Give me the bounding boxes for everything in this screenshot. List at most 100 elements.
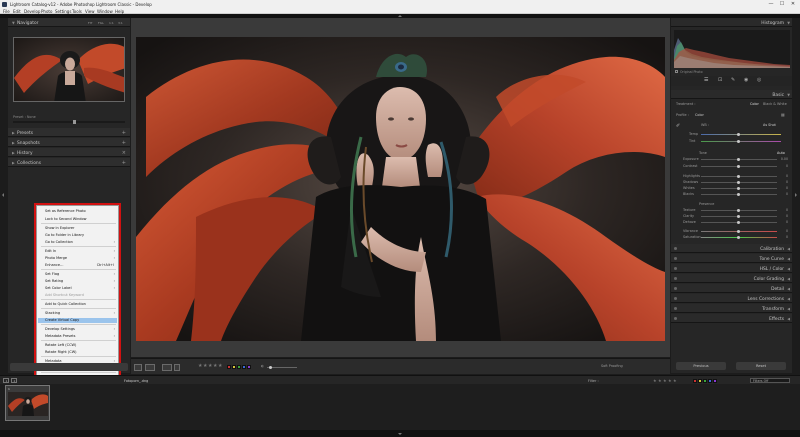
add-collection-icon[interactable]: + xyxy=(122,160,126,166)
shadows-value[interactable]: 0 xyxy=(780,180,788,184)
panel-toggle-icon[interactable] xyxy=(674,317,677,320)
histogram-header[interactable]: Histogram ▼ xyxy=(671,18,792,27)
filter-star-icon[interactable]: ★ xyxy=(658,378,662,383)
zoom-fill[interactable]: FILL xyxy=(98,21,104,25)
collapse-right-panel-icon[interactable] xyxy=(795,193,797,197)
filter-red-label[interactable] xyxy=(693,379,697,383)
transform-header[interactable]: Transform ◀ xyxy=(671,304,792,313)
dehaze-value[interactable]: 0 xyxy=(780,220,788,224)
before-after-toggle-button[interactable] xyxy=(162,364,172,371)
histogram[interactable] xyxy=(674,30,790,68)
tint-slider-knob[interactable] xyxy=(737,140,740,143)
contrast-value[interactable]: 0 xyxy=(780,164,788,168)
blacks-value[interactable]: 0 xyxy=(780,192,788,196)
saturation-value[interactable]: 0 xyxy=(780,235,788,239)
white-balance-picker-icon[interactable]: ✐ xyxy=(676,123,680,129)
import-settings-button[interactable] xyxy=(10,363,128,371)
navigator-header[interactable]: ▼ Navigator FIT FILL 1:1 3:1 xyxy=(8,18,130,27)
contrast-slider-knob[interactable] xyxy=(737,165,740,168)
menu-item-edit-in[interactable]: Edit In xyxy=(45,249,56,253)
zoom-3-1[interactable]: 3:1 xyxy=(118,21,123,25)
rating-star-icon[interactable]: ★ xyxy=(218,363,222,369)
clarity-value[interactable]: 0 xyxy=(780,214,788,218)
profile-dropdown[interactable]: Color xyxy=(695,113,704,117)
minimize-button[interactable]: — xyxy=(766,1,776,7)
navigator-slider-knob[interactable] xyxy=(73,120,76,124)
filter-preset-dropdown[interactable]: Filters Off xyxy=(750,378,790,383)
main-photo[interactable] xyxy=(136,37,665,341)
collapse-filmstrip-icon[interactable] xyxy=(398,432,402,435)
menu-item-photo-merge[interactable]: Photo Merge xyxy=(45,256,67,260)
menu-item-enhance[interactable]: Enhance... xyxy=(45,263,63,267)
temp-slider-knob[interactable] xyxy=(737,133,740,136)
menu-item-rotate-right[interactable]: Rotate Right (CW) xyxy=(45,350,77,354)
page-1-button[interactable]: 1 xyxy=(3,378,9,383)
filter-star-icon[interactable]: ★ xyxy=(653,378,657,383)
collapse-left-panel-icon[interactable] xyxy=(2,193,4,197)
zoom-slider-knob[interactable] xyxy=(269,365,272,369)
detail-header[interactable]: Detail ◀ xyxy=(671,284,792,293)
panel-toggle-icon[interactable] xyxy=(674,287,677,290)
menu-item-set-flag[interactable]: Set Flag xyxy=(45,272,59,276)
filter-blue-label[interactable] xyxy=(708,379,712,383)
red-eye-icon[interactable]: ◉ xyxy=(744,77,748,83)
rating-star-icon[interactable]: ★ xyxy=(198,363,202,369)
before-after-view-button[interactable] xyxy=(145,364,155,371)
profile-browser-icon[interactable]: ▦ xyxy=(781,112,785,117)
original-photo-checkbox[interactable] xyxy=(675,70,678,73)
menu-item-add-quick-collection[interactable]: Add to Quick Collection xyxy=(45,302,86,306)
color-label-green[interactable] xyxy=(237,365,241,369)
loupe-view-button[interactable] xyxy=(134,364,142,371)
menu-item-develop-settings[interactable]: Develop Settings xyxy=(45,327,75,331)
clarity-slider-knob[interactable] xyxy=(737,215,740,218)
collections-header[interactable]: ▶ Collections + xyxy=(8,158,130,167)
maximize-button[interactable]: ☐ xyxy=(777,1,787,7)
color-grading-header[interactable]: Color Grading ◀ xyxy=(671,274,792,283)
panel-toggle-icon[interactable] xyxy=(674,297,677,300)
rating-star-icon[interactable]: ★ xyxy=(208,363,212,369)
snapshots-header[interactable]: ▶ Snapshots + xyxy=(8,138,130,147)
history-header[interactable]: ▶ History × xyxy=(8,148,130,157)
bottom-panel-toggle-strip[interactable] xyxy=(0,430,800,437)
menu-item-set-color-label[interactable]: Set Color Label xyxy=(45,286,72,290)
lens-corrections-header[interactable]: Lens Corrections ◀ xyxy=(671,294,792,303)
saturation-slider-knob[interactable] xyxy=(737,236,740,239)
effects-header[interactable]: Effects ◀ xyxy=(671,314,792,323)
basic-header[interactable]: Basic ▼ xyxy=(671,90,792,99)
hsl-color-header[interactable]: HSL / Color ◀ xyxy=(671,264,792,273)
expand-top-panel-icon[interactable] xyxy=(398,15,402,17)
texture-value[interactable]: 0 xyxy=(780,208,788,212)
vibrance-slider-knob[interactable] xyxy=(737,230,740,233)
treatment-bw-option[interactable]: Black & White xyxy=(763,102,787,106)
filter-star-icon[interactable]: ★ xyxy=(663,378,667,383)
zoom-slider[interactable] xyxy=(267,365,297,369)
wb-dropdown[interactable]: As Shot xyxy=(763,123,776,127)
add-preset-icon[interactable]: + xyxy=(122,130,126,136)
panel-toggle-icon[interactable] xyxy=(674,277,677,280)
healing-brush-icon[interactable]: ✎ xyxy=(731,77,735,83)
menu-item-rotate-left[interactable]: Rotate Left (CCW) xyxy=(45,343,76,347)
previous-button[interactable]: Previous xyxy=(676,362,726,370)
highlights-value[interactable]: 0 xyxy=(780,174,788,178)
blacks-slider-knob[interactable] xyxy=(737,193,740,196)
soft-proofing-label[interactable]: Soft Proofing xyxy=(601,364,623,368)
color-label-red[interactable] xyxy=(227,365,231,369)
treatment-color-option[interactable]: Color xyxy=(750,102,759,106)
tone-auto-button[interactable]: Auto xyxy=(777,151,785,155)
filename-label[interactable]: Fotoporn_.dng xyxy=(124,379,148,383)
crop-icon[interactable]: ⊡ xyxy=(718,77,722,83)
highlights-slider-knob[interactable] xyxy=(737,175,740,178)
close-button[interactable]: ✕ xyxy=(788,1,798,7)
navigator-preview[interactable] xyxy=(13,37,125,102)
rating-star-icon[interactable]: ★ xyxy=(203,363,207,369)
panel-toggle-icon[interactable] xyxy=(674,307,677,310)
edit-sliders-icon[interactable]: ☰ xyxy=(704,77,708,83)
menu-item-show-explorer[interactable]: Show in Explorer xyxy=(45,226,74,230)
zoom-1-1[interactable]: 1:1 xyxy=(109,21,114,25)
menu-item-create-virtual-copy[interactable]: Create Virtual Copy xyxy=(45,318,79,322)
whites-value[interactable]: 0 xyxy=(780,186,788,190)
vibrance-value[interactable]: 0 xyxy=(780,229,788,233)
exposure-slider-knob[interactable] xyxy=(737,158,740,161)
filter-star-icon[interactable]: ★ xyxy=(673,378,677,383)
filter-purple-label[interactable] xyxy=(713,379,717,383)
